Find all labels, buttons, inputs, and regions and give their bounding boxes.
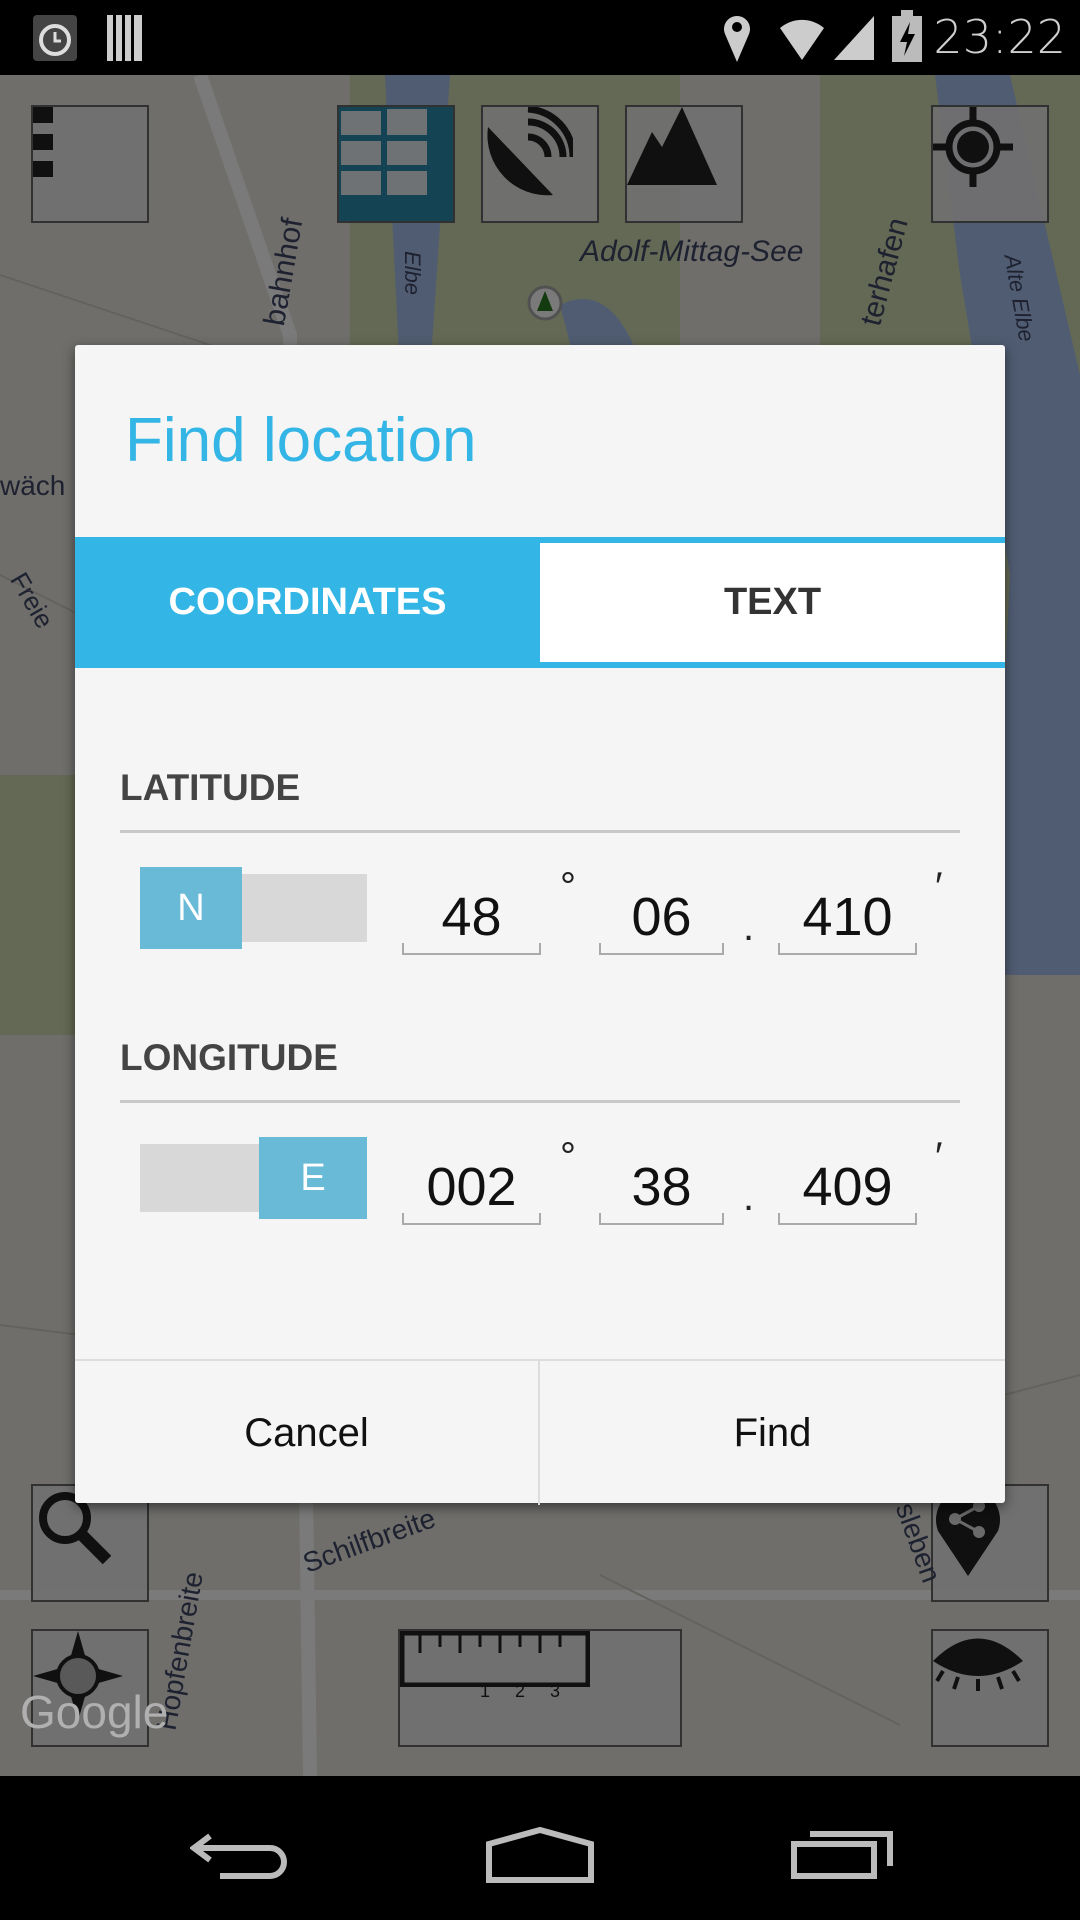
tab-coordinates[interactable]: COORDINATES — [75, 537, 540, 668]
latitude-label: LATITUDE — [120, 767, 301, 808]
latitude-degrees-input[interactable]: 48 — [402, 879, 541, 955]
dialog-title: Find location — [125, 406, 477, 475]
latitude-decimal-input[interactable]: 410 — [778, 879, 917, 955]
cancel-button[interactable]: Cancel — [75, 1361, 540, 1505]
location-pin-icon — [724, 16, 750, 62]
navigation-bar — [0, 1776, 1080, 1920]
dialog-button-bar: Cancel Find — [75, 1359, 1005, 1505]
home-icon[interactable] — [485, 1826, 595, 1884]
find-button[interactable]: Find — [540, 1361, 1005, 1505]
longitude-degrees-input[interactable]: 002 — [402, 1149, 541, 1225]
longitude-label: LONGITUDE — [120, 1037, 338, 1078]
divider — [120, 830, 960, 833]
map-label: Adolf-Mittag-See — [580, 235, 804, 268]
decimal-point: . — [743, 905, 755, 949]
find-location-dialog: Find location COORDINATES TEXT LATITUDE … — [75, 345, 1005, 1505]
latitude-minutes-input[interactable]: 06 — [599, 879, 724, 955]
barcode-icon — [107, 15, 142, 61]
latitude-hemisphere-toggle[interactable]: N — [140, 867, 367, 949]
clock: 23:22 — [933, 10, 1066, 64]
status-bar: 23:22 — [0, 0, 1080, 75]
minute-symbol: ′ — [935, 865, 943, 909]
decimal-point: . — [743, 1175, 755, 1219]
longitude-hemisphere-toggle[interactable]: E — [140, 1137, 367, 1219]
divider — [120, 1100, 960, 1103]
wifi-signal-icon — [780, 16, 874, 60]
map-label: wäch — [0, 470, 66, 501]
longitude-decimal-input[interactable]: 409 — [778, 1149, 917, 1225]
degree-symbol: ° — [560, 1135, 576, 1179]
tab-text[interactable]: TEXT — [540, 537, 1005, 668]
toggle-knob: N — [140, 867, 242, 949]
recent-apps-icon[interactable] — [790, 1826, 900, 1880]
google-logo: Google — [20, 1686, 169, 1738]
battery-charging-icon — [892, 10, 922, 62]
toggle-knob: E — [259, 1137, 367, 1219]
minute-symbol: ′ — [935, 1135, 943, 1179]
degree-symbol: ° — [560, 865, 576, 909]
back-icon[interactable] — [190, 1826, 290, 1880]
alarm-icon — [33, 15, 77, 61]
longitude-minutes-input[interactable]: 38 — [599, 1149, 724, 1225]
map-label: Elbe — [400, 250, 426, 296]
